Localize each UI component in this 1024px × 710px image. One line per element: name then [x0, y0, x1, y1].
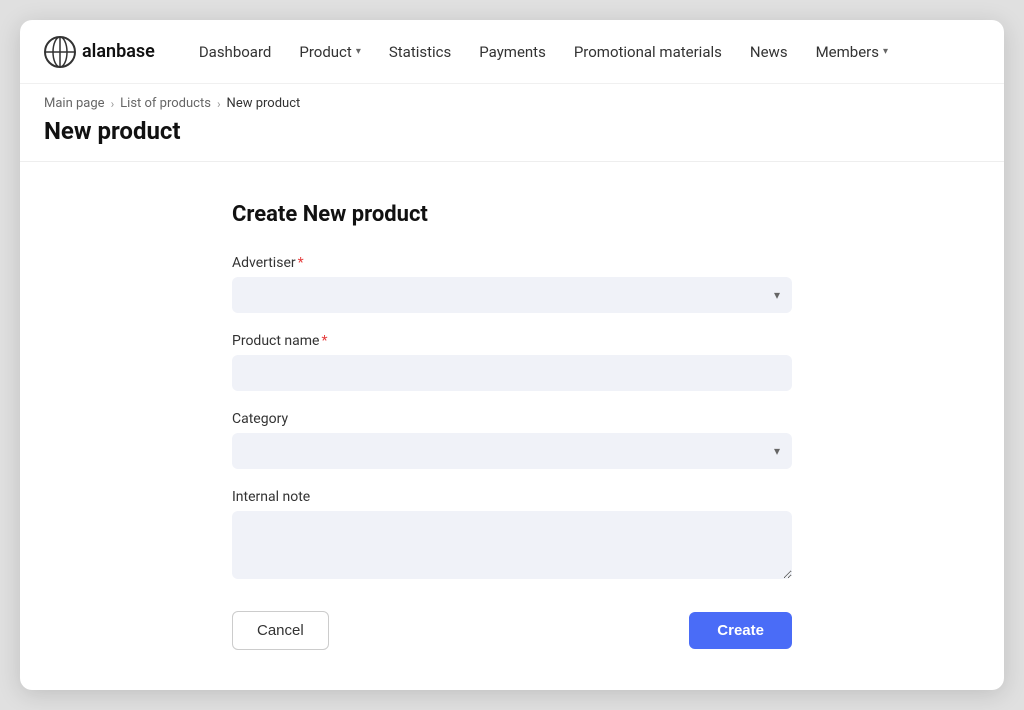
- nav-item-payments-label: Payments: [479, 43, 546, 61]
- advertiser-required: *: [298, 255, 304, 271]
- chevron-down-icon-members: ▾: [883, 46, 888, 57]
- nav-item-product-label: Product: [299, 43, 351, 61]
- nav-item-payments[interactable]: Payments: [467, 35, 558, 69]
- breadcrumb-list-products[interactable]: List of products: [120, 96, 211, 111]
- category-select-wrapper: ▾: [232, 433, 792, 469]
- nav-item-promotional[interactable]: Promotional materials: [562, 35, 734, 69]
- nav-item-members-label: Members: [816, 43, 879, 61]
- nav-item-promotional-label: Promotional materials: [574, 43, 722, 61]
- breadcrumb: Main page › List of products › New produ…: [44, 96, 980, 111]
- nav-item-dashboard[interactable]: Dashboard: [187, 35, 284, 69]
- breadcrumb-current: New product: [227, 96, 301, 111]
- logo[interactable]: alanbase: [44, 36, 155, 68]
- advertiser-field-group: Advertiser* ▾: [232, 255, 792, 313]
- main-content: Create New product Advertiser* ▾ Product…: [20, 162, 1004, 690]
- nav-item-news-label: News: [750, 43, 788, 61]
- internal-note-field-group: Internal note: [232, 489, 792, 583]
- nav-item-product[interactable]: Product ▾: [287, 35, 372, 69]
- form-title: Create New product: [232, 202, 792, 227]
- category-select[interactable]: [232, 433, 792, 469]
- breadcrumb-sep-2: ›: [217, 97, 221, 111]
- advertiser-select-wrapper: ▾: [232, 277, 792, 313]
- breadcrumb-sep-1: ›: [111, 97, 115, 111]
- chevron-down-icon: ▾: [356, 46, 361, 57]
- product-name-label: Product name*: [232, 333, 792, 349]
- nav-item-dashboard-label: Dashboard: [199, 43, 272, 61]
- form-actions: Cancel Create: [232, 611, 792, 650]
- cancel-button[interactable]: Cancel: [232, 611, 329, 650]
- product-name-input[interactable]: [232, 355, 792, 391]
- nav-item-members[interactable]: Members ▾: [804, 35, 900, 69]
- logo-text: alanbase: [82, 41, 155, 62]
- create-button[interactable]: Create: [689, 612, 792, 649]
- internal-note-label: Internal note: [232, 489, 792, 505]
- nav-items: Dashboard Product ▾ Statistics Payments …: [187, 35, 980, 69]
- product-name-required: *: [321, 333, 327, 349]
- logo-icon: [44, 36, 76, 68]
- internal-note-textarea[interactable]: [232, 511, 792, 579]
- form-card: Create New product Advertiser* ▾ Product…: [232, 202, 792, 650]
- navbar: alanbase Dashboard Product ▾ Statistics …: [20, 20, 1004, 84]
- nav-item-news[interactable]: News: [738, 35, 800, 69]
- advertiser-label: Advertiser*: [232, 255, 792, 271]
- page-title: New product: [44, 117, 980, 145]
- page-header: Main page › List of products › New produ…: [20, 84, 1004, 162]
- advertiser-select[interactable]: [232, 277, 792, 313]
- category-label: Category: [232, 411, 792, 427]
- category-field-group: Category ▾: [232, 411, 792, 469]
- app-window: alanbase Dashboard Product ▾ Statistics …: [20, 20, 1004, 690]
- breadcrumb-main-page[interactable]: Main page: [44, 96, 105, 111]
- product-name-field-group: Product name*: [232, 333, 792, 391]
- nav-item-statistics[interactable]: Statistics: [377, 35, 463, 69]
- nav-item-statistics-label: Statistics: [389, 43, 451, 61]
